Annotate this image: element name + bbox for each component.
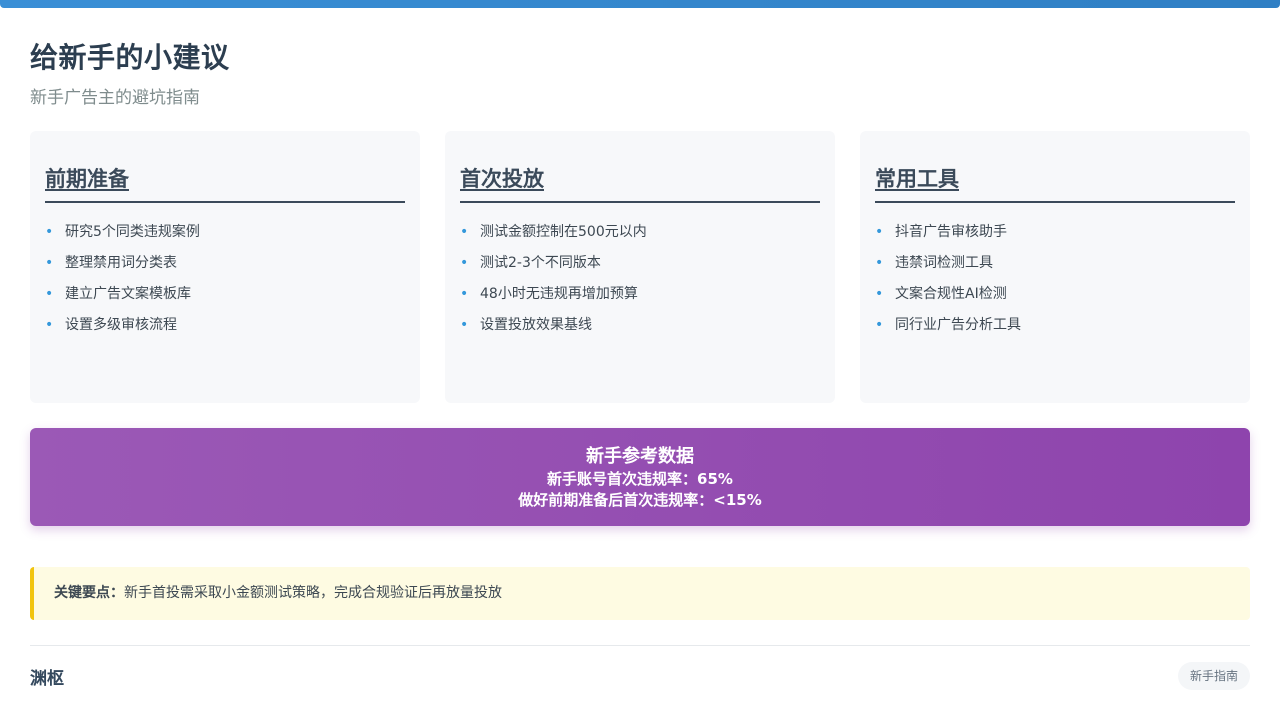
- banner-stat-line: 做好前期准备后首次违规率：<15%: [518, 491, 762, 509]
- list-item: 设置多级审核流程: [45, 313, 405, 344]
- key-point-callout: 关键要点：新手首投需采取小金额测试策略，完成合规验证后再放量投放: [30, 567, 1250, 620]
- list-item: 测试2-3个不同版本: [460, 251, 820, 282]
- top-accent-bar: [0, 0, 1280, 8]
- list-item: 研究5个同类违规案例: [45, 220, 405, 251]
- page-subtitle: 新手广告主的避坑指南: [30, 88, 200, 108]
- page-title: 给新手的小建议: [30, 41, 230, 74]
- list-item: 整理禁用词分类表: [45, 251, 405, 282]
- card-list: 测试金额控制在500元以内 测试2-3个不同版本 48小时无违规再增加预算 设置…: [460, 220, 820, 344]
- footer-badge: 新手指南: [1177, 662, 1250, 690]
- list-item: 违禁词检测工具: [875, 251, 1235, 282]
- reference-data-banner: 新手参考数据 新手账号首次违规率：65% 做好前期准备后首次违规率：<15%: [30, 428, 1250, 526]
- list-item: 文案合规性AI检测: [875, 282, 1235, 313]
- list-item: 测试金额控制在500元以内: [460, 220, 820, 251]
- banner-stat-line: 新手账号首次违规率：65%: [547, 470, 733, 488]
- list-item: 同行业广告分析工具: [875, 313, 1235, 344]
- list-item: 48小时无违规再增加预算: [460, 282, 820, 313]
- callout-label: 关键要点：: [54, 585, 124, 601]
- list-item: 设置投放效果基线: [460, 313, 820, 344]
- list-item: 建立广告文案模板库: [45, 282, 405, 313]
- card-title: 前期准备: [45, 165, 405, 203]
- footer-brand: 渊枢: [30, 669, 64, 689]
- card-tools: 常用工具 抖音广告审核助手 违禁词检测工具 文案合规性AI检测 同行业广告分析工…: [860, 131, 1250, 403]
- cards-row: 前期准备 研究5个同类违规案例 整理禁用词分类表 建立广告文案模板库 设置多级审…: [30, 131, 1250, 403]
- card-first-launch: 首次投放 测试金额控制在500元以内 测试2-3个不同版本 48小时无违规再增加…: [445, 131, 835, 403]
- banner-title: 新手参考数据: [586, 446, 694, 467]
- list-item: 抖音广告审核助手: [875, 220, 1235, 251]
- card-preparation: 前期准备 研究5个同类违规案例 整理禁用词分类表 建立广告文案模板库 设置多级审…: [30, 131, 420, 403]
- callout-text: 新手首投需采取小金额测试策略，完成合规验证后再放量投放: [124, 585, 502, 601]
- card-list: 研究5个同类违规案例 整理禁用词分类表 建立广告文案模板库 设置多级审核流程: [45, 220, 405, 344]
- card-list: 抖音广告审核助手 违禁词检测工具 文案合规性AI检测 同行业广告分析工具: [875, 220, 1235, 344]
- card-title: 常用工具: [875, 165, 1235, 203]
- card-title: 首次投放: [460, 165, 820, 203]
- footer-divider: [30, 645, 1250, 646]
